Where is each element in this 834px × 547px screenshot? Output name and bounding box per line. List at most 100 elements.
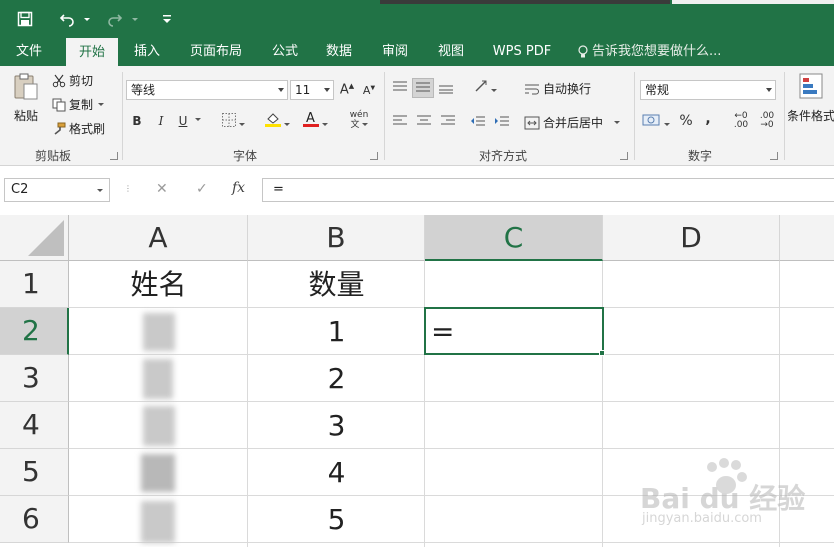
group-label-clipboard: 剪贴板 xyxy=(34,149,71,163)
formula-bar: C2 ⋮ ✕ ✓ fx = xyxy=(0,167,834,215)
group-separator xyxy=(122,72,123,160)
underline-button[interactable]: U xyxy=(176,114,190,128)
grow-font-icon[interactable]: A▲ xyxy=(338,82,356,97)
tab-formulas[interactable]: 公式 xyxy=(262,38,308,66)
merge-center-button[interactable]: 合并后居中 xyxy=(524,114,621,131)
column-header-a[interactable]: A xyxy=(69,215,248,261)
comma-style-button[interactable]: , xyxy=(702,111,714,127)
cell-b5[interactable]: 4 xyxy=(248,449,425,496)
row-header-6[interactable]: 6 xyxy=(0,496,69,543)
paintbrush-icon xyxy=(52,122,66,136)
baidu-watermark: Bai du 经验 jingyan.baidu.com xyxy=(640,455,830,535)
format-painter-button[interactable]: 格式刷 xyxy=(52,120,105,137)
column-header-b[interactable]: B xyxy=(248,215,425,261)
group-separator xyxy=(634,72,635,160)
conditional-formatting-button[interactable]: 条件格式 xyxy=(788,72,834,124)
clipboard-icon xyxy=(12,72,40,105)
copy-button[interactable]: 复制 xyxy=(52,96,105,113)
number-launcher-icon[interactable] xyxy=(770,152,778,160)
number-format-value: 常规 xyxy=(645,83,670,97)
row-header-4[interactable]: 4 xyxy=(0,402,69,449)
watermark-url: jingyan.baidu.com xyxy=(642,511,762,526)
tab-view[interactable]: 视图 xyxy=(428,38,474,66)
tab-review[interactable]: 审阅 xyxy=(372,38,418,66)
shrink-font-icon[interactable]: A▼ xyxy=(360,84,378,97)
row-header-3[interactable]: 3 xyxy=(0,355,69,402)
borders-icon[interactable] xyxy=(220,112,246,131)
group-separator xyxy=(784,72,785,160)
conditional-formatting-label: 条件格式 xyxy=(788,109,834,123)
enter-check-icon[interactable]: ✓ xyxy=(196,181,208,197)
align-right-icon[interactable] xyxy=(438,114,458,131)
font-size-value: 11 xyxy=(295,83,311,97)
bold-button[interactable]: B xyxy=(130,114,144,128)
number-format-combo[interactable]: 常规 xyxy=(640,80,776,100)
format-painter-label: 格式刷 xyxy=(69,122,106,136)
phonetic-guide-icon[interactable]: wén 文 xyxy=(344,110,374,130)
formula-content: = xyxy=(273,182,284,197)
row-header-2[interactable]: 2 xyxy=(0,308,69,355)
column-header-c[interactable]: C xyxy=(425,215,603,261)
cell-b3[interactable]: 2 xyxy=(248,355,425,402)
tab-file[interactable]: 文件 xyxy=(6,38,52,66)
font-name-combo[interactable]: 等线 xyxy=(126,80,288,100)
paste-button[interactable]: 粘贴 xyxy=(6,72,46,124)
percent-style-button[interactable]: % xyxy=(678,113,694,129)
copy-icon xyxy=(52,98,66,112)
clipboard-launcher-icon[interactable] xyxy=(110,152,118,160)
alignment-launcher-icon[interactable] xyxy=(620,152,628,160)
cut-label: 剪切 xyxy=(69,74,94,88)
align-bottom-icon[interactable] xyxy=(436,80,456,97)
decrease-decimal-icon[interactable]: .00 →0 xyxy=(756,112,778,130)
customize-qat-icon[interactable] xyxy=(158,8,176,30)
undo-icon[interactable] xyxy=(58,8,98,30)
redacted-name xyxy=(141,501,175,543)
align-left-icon[interactable] xyxy=(390,114,410,131)
wrap-text-label: 自动换行 xyxy=(543,82,592,96)
cell-b2[interactable]: 1 xyxy=(248,308,425,355)
cancel-icon[interactable]: ✕ xyxy=(156,181,168,197)
align-middle-icon[interactable] xyxy=(412,78,434,98)
font-launcher-icon[interactable] xyxy=(370,152,378,160)
italic-button[interactable]: I xyxy=(154,114,168,128)
wrap-text-button[interactable]: 自动换行 xyxy=(524,80,591,97)
column-header-d[interactable]: D xyxy=(603,215,780,261)
cell-b6[interactable]: 5 xyxy=(248,496,425,543)
cell-a1[interactable]: 姓名 xyxy=(69,261,248,308)
select-all-button[interactable] xyxy=(0,215,69,261)
name-box[interactable]: C2 xyxy=(4,178,110,202)
text-orientation-icon[interactable] xyxy=(470,78,500,97)
align-top-icon[interactable] xyxy=(390,80,410,97)
formula-input[interactable]: = xyxy=(262,178,834,202)
cell-b4[interactable]: 3 xyxy=(248,402,425,449)
tab-page-layout[interactable]: 页面布局 xyxy=(180,38,252,66)
save-icon[interactable] xyxy=(14,8,36,30)
increase-indent-icon[interactable] xyxy=(492,114,512,131)
fill-color-icon[interactable] xyxy=(262,110,292,131)
column-header-e[interactable] xyxy=(780,215,834,261)
insert-function-button[interactable]: fx xyxy=(232,180,245,196)
underline-dropdown-icon[interactable] xyxy=(192,112,202,126)
gridline xyxy=(69,401,834,402)
cut-button[interactable]: 剪切 xyxy=(52,72,93,89)
currency-format-icon[interactable] xyxy=(640,112,672,131)
tab-home[interactable]: 开始 xyxy=(66,38,118,66)
tab-wps-pdf[interactable]: WPS PDF xyxy=(486,38,558,66)
tab-data[interactable]: 数据 xyxy=(316,38,362,66)
tell-me-box[interactable]: 告诉我您想要做什么... xyxy=(578,38,721,66)
wrap-text-icon xyxy=(524,82,540,96)
fill-handle[interactable] xyxy=(599,350,605,356)
cell-b1[interactable]: 数量 xyxy=(248,261,425,308)
redo-icon[interactable] xyxy=(108,8,144,30)
tab-insert[interactable]: 插入 xyxy=(124,38,170,66)
group-label-number: 数字 xyxy=(687,149,712,163)
font-size-combo[interactable]: 11 xyxy=(290,80,334,100)
decrease-indent-icon[interactable] xyxy=(468,114,488,131)
font-color-icon[interactable]: A xyxy=(300,110,330,131)
formula-bar-grip-icon[interactable]: ⋮ xyxy=(124,185,132,195)
row-header-1[interactable]: 1 xyxy=(0,261,69,308)
increase-decimal-icon[interactable]: ←0.00 xyxy=(730,112,752,130)
row-header-5[interactable]: 5 xyxy=(0,449,69,496)
align-center-icon[interactable] xyxy=(414,114,434,131)
gridline xyxy=(69,542,834,543)
